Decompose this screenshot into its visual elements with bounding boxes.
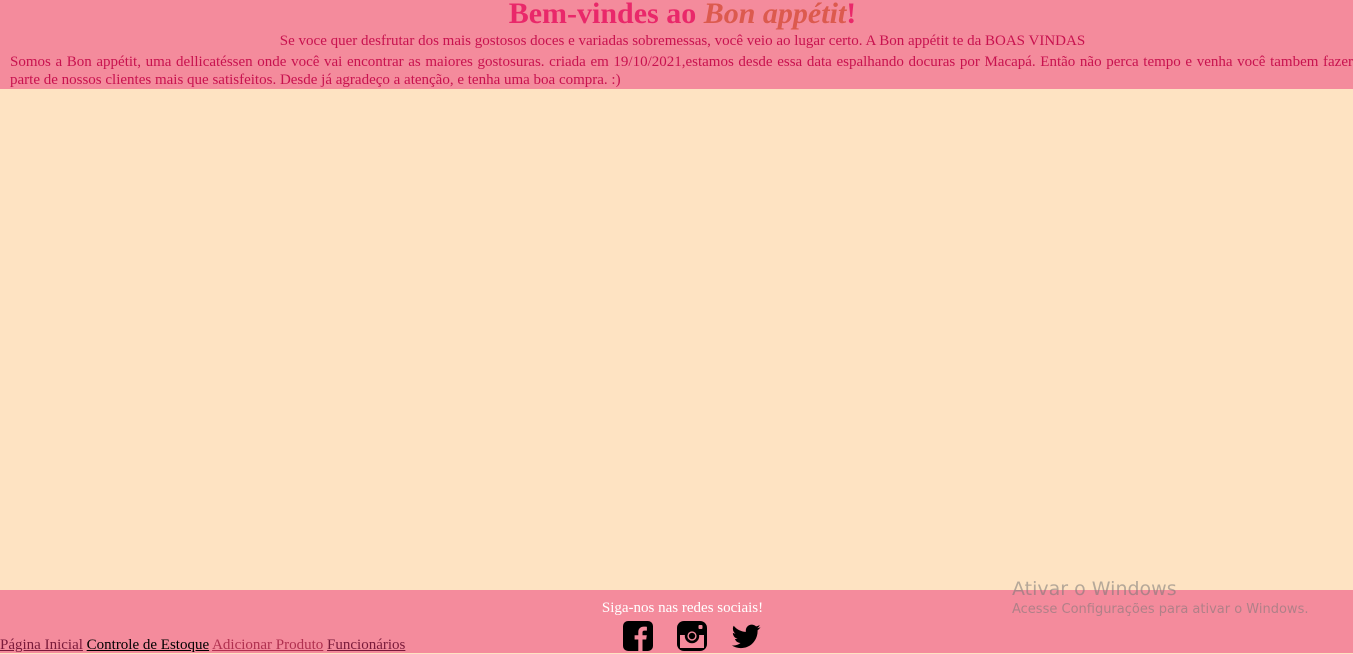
- brand-name: Bon appétit: [703, 0, 847, 30]
- title-suffix: !: [846, 0, 857, 30]
- footer-nav: Página Inicial Controle de Estoque Adici…: [0, 637, 405, 654]
- footer: Siga-nos nas redes sociais! Página Inici…: [0, 590, 1353, 653]
- instagram-icon[interactable]: [677, 621, 707, 651]
- page-title: Bem-vindes ao Bon appétit!: [0, 0, 1353, 30]
- social-title: Siga-nos nas redes sociais!: [601, 600, 764, 616]
- nav-link-pagina-inicial[interactable]: Página Inicial: [0, 637, 83, 653]
- title-prefix: Bem-vindes ao: [508, 0, 704, 30]
- twitter-icon[interactable]: [731, 621, 761, 651]
- nav-link-controle-de-estoque[interactable]: Controle de Estoque: [87, 637, 209, 653]
- header: Bem-vindes ao Bon appétit! Se voce quer …: [0, 0, 1353, 89]
- nav-link-adicionar-produto[interactable]: Adicionar Produto: [212, 637, 323, 653]
- nav-link-funcionarios[interactable]: Funcionários: [327, 637, 405, 653]
- welcome-subtitle: Se voce quer desfrutar dos mais gostosos…: [279, 33, 1086, 49]
- social-icons: [623, 621, 761, 651]
- about-text: Somos a Bon appétit, uma dellicatéssen o…: [10, 54, 1353, 88]
- facebook-icon[interactable]: [623, 621, 653, 651]
